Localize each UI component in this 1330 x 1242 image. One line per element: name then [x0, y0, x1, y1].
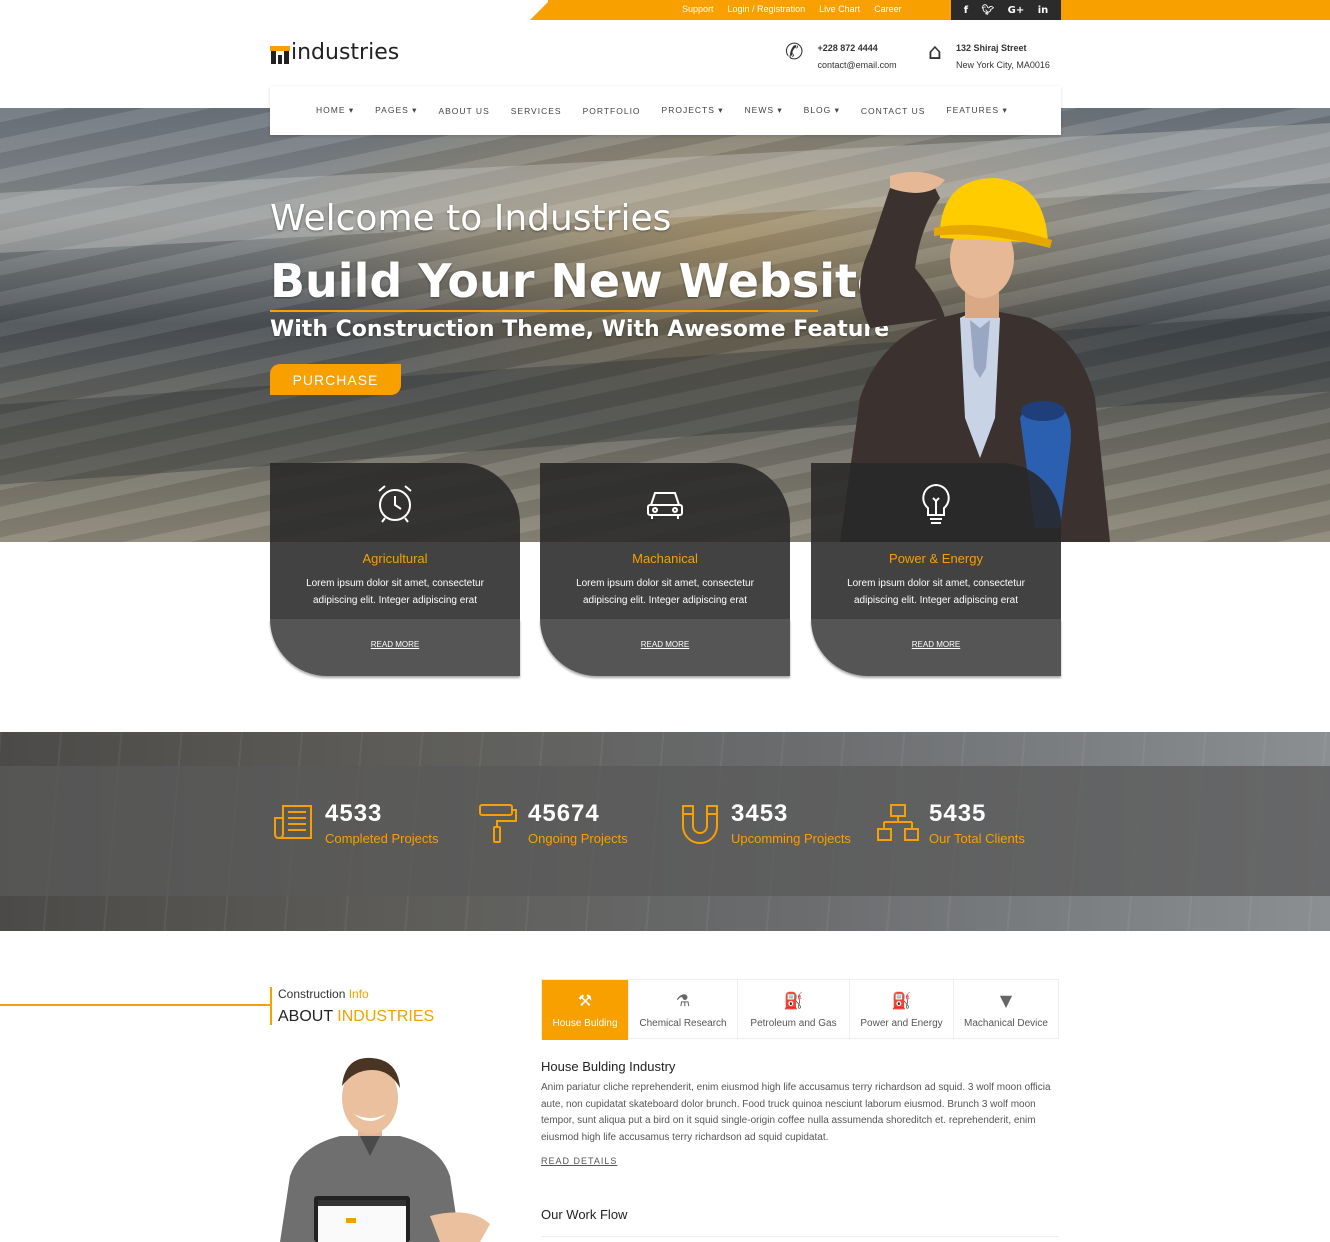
- service-title: Power & Energy: [889, 551, 983, 566]
- logo-icon: [270, 42, 290, 64]
- address-city: New York City, MA0016: [955, 60, 1050, 70]
- tab-chemical-research[interactable]: ⚗ Chemical Research: [629, 980, 738, 1040]
- top-bar: Support Login / Registration Live Chart …: [0, 0, 1330, 20]
- logo-text: industries: [291, 40, 400, 65]
- worker-image: [280, 1057, 490, 1242]
- content-heading: House Bulding Industry: [541, 1059, 676, 1074]
- filter-icon: ▼: [999, 991, 1013, 1010]
- alarm-clock-icon: [270, 481, 520, 530]
- counter-label: Completed Projects: [325, 831, 439, 846]
- read-details-link[interactable]: READ DETAILS: [541, 1156, 617, 1166]
- nav-news[interactable]: NEWS ▾: [745, 105, 783, 116]
- about-divider: [0, 1004, 270, 1006]
- service-desc: Lorem ipsum dolor sit amet, consectetur …: [576, 578, 754, 606]
- support-link[interactable]: Support: [682, 4, 714, 14]
- paint-roller-icon: [479, 804, 517, 843]
- counter-label: Upcomming Projects: [731, 831, 851, 846]
- phone-number[interactable]: +228 872 4444: [817, 40, 896, 57]
- gavel-icon: ⚒: [577, 991, 593, 1010]
- phone-contact: ✆ +228 872 4444 contact@email.com: [785, 40, 897, 74]
- counter-label: Ongoing Projects: [528, 831, 628, 846]
- live-chart-link[interactable]: Live Chart: [819, 4, 860, 14]
- top-bar-accent: [548, 0, 1330, 20]
- tab-machanical-device[interactable]: ▼ Machanical Device: [954, 980, 1058, 1040]
- address-contact: ⌂ 132 Shiraj Street New York City, MA001…: [928, 40, 1050, 74]
- flask-icon: ⚗: [675, 991, 691, 1010]
- tab-petroleum-gas[interactable]: ⛽ Petroleum and Gas: [738, 980, 850, 1040]
- nav-pages[interactable]: PAGES ▾: [375, 105, 417, 116]
- service-desc: Lorem ipsum dolor sit amet, consectetur …: [847, 578, 1025, 606]
- read-more-link[interactable]: READ MORE: [540, 640, 790, 649]
- nav-blog[interactable]: BLOG ▾: [804, 105, 840, 116]
- purchase-button[interactable]: PURCHASE: [270, 364, 401, 395]
- workflow-heading: Our Work Flow: [541, 1207, 628, 1222]
- read-more-link[interactable]: READ MORE: [270, 640, 520, 649]
- nav-portfolio[interactable]: PORTFOLIO: [583, 106, 641, 116]
- read-more-link[interactable]: READ MORE: [811, 640, 1061, 649]
- career-link[interactable]: Career: [874, 4, 902, 14]
- top-bar-slant: [530, 0, 550, 20]
- counter-completed: 4533 Completed Projects: [273, 800, 438, 850]
- top-links: Support Login / Registration Live Chart …: [682, 4, 902, 14]
- facebook-icon[interactable]: f: [964, 5, 968, 16]
- nav-about-us[interactable]: ABOUT US: [438, 106, 489, 116]
- lightbulb-icon: [811, 481, 1061, 534]
- counter-value: 3453: [731, 800, 789, 827]
- counter-clients: 5435 Our Total Clients: [877, 800, 1025, 850]
- contact-email[interactable]: contact@email.com: [817, 57, 896, 74]
- social-links: f 🐦︎ G+ in: [951, 0, 1061, 20]
- main-nav: HOME ▾ PAGES ▾ ABOUT US SERVICES PORTFOL…: [270, 86, 1061, 135]
- content-text: Anim pariatur cliche reprehenderit, enim…: [541, 1082, 1051, 1143]
- tab-house-bulding[interactable]: ⚒ House Bulding: [542, 980, 629, 1040]
- fire-extinguisher-icon: ⛽: [783, 991, 804, 1010]
- address-street: 132 Shiraj Street: [955, 43, 1027, 53]
- service-card-power-energy: Power & Energy Lorem ipsum dolor sit ame…: [811, 463, 1061, 676]
- service-card-machanical: Machanical Lorem ipsum dolor sit amet, c…: [540, 463, 790, 676]
- nav-contact-us[interactable]: CONTACT US: [861, 106, 925, 116]
- counter-value: 45674: [528, 800, 600, 827]
- twitter-icon[interactable]: 🐦︎: [982, 5, 995, 16]
- counter-value: 4533: [325, 800, 383, 827]
- google-plus-icon[interactable]: G+: [1008, 5, 1025, 16]
- tab-power-energy[interactable]: ⛽ Power and Energy: [850, 980, 954, 1040]
- service-title: Agricultural: [362, 551, 428, 566]
- sitemap-icon: [877, 804, 919, 841]
- nav-services[interactable]: SERVICES: [511, 106, 562, 116]
- hero-welcome: Welcome to Industries: [270, 198, 672, 239]
- hero-underline: [270, 310, 818, 312]
- phone-icon: ✆: [785, 40, 804, 65]
- login-registration-link[interactable]: Login / Registration: [728, 4, 806, 14]
- counter-value: 5435: [929, 800, 987, 827]
- newspaper-icon: [274, 805, 312, 839]
- about-bar: [270, 987, 272, 1025]
- fire-extinguisher-icon: ⛽: [891, 991, 912, 1010]
- workflow-divider: [541, 1236, 1059, 1237]
- service-title: Machanical: [632, 551, 698, 566]
- home-icon: ⌂: [928, 40, 942, 65]
- counter-label: Our Total Clients: [929, 831, 1025, 846]
- linkedin-icon[interactable]: in: [1038, 5, 1049, 16]
- about-title: ABOUT INDUSTRIES: [278, 1008, 435, 1025]
- nav-features[interactable]: FEATURES ▾: [946, 105, 1007, 116]
- industry-tabs: ⚒ House Bulding ⚗ Chemical Research ⛽ Pe…: [541, 979, 1059, 1040]
- hero-headline: Build Your New Website: [270, 254, 889, 308]
- counter-upcoming: 3453 Upcomming Projects: [679, 800, 851, 850]
- about-subtitle: Construction Info: [278, 987, 369, 1001]
- hero-subline: With Construction Theme, With Awesome Fe…: [270, 317, 890, 342]
- magnet-icon: [682, 805, 718, 844]
- service-card-agricultural: Agricultural Lorem ipsum dolor sit amet,…: [270, 463, 520, 676]
- service-desc: Lorem ipsum dolor sit amet, consectetur …: [306, 578, 484, 606]
- nav-home[interactable]: HOME ▾: [316, 105, 354, 116]
- car-icon: [540, 481, 790, 530]
- counters-section: [0, 732, 1330, 931]
- logo[interactable]: industries: [270, 42, 399, 64]
- nav-projects[interactable]: PROJECTS ▾: [662, 105, 724, 116]
- counter-ongoing: 45674 Ongoing Projects: [476, 800, 628, 850]
